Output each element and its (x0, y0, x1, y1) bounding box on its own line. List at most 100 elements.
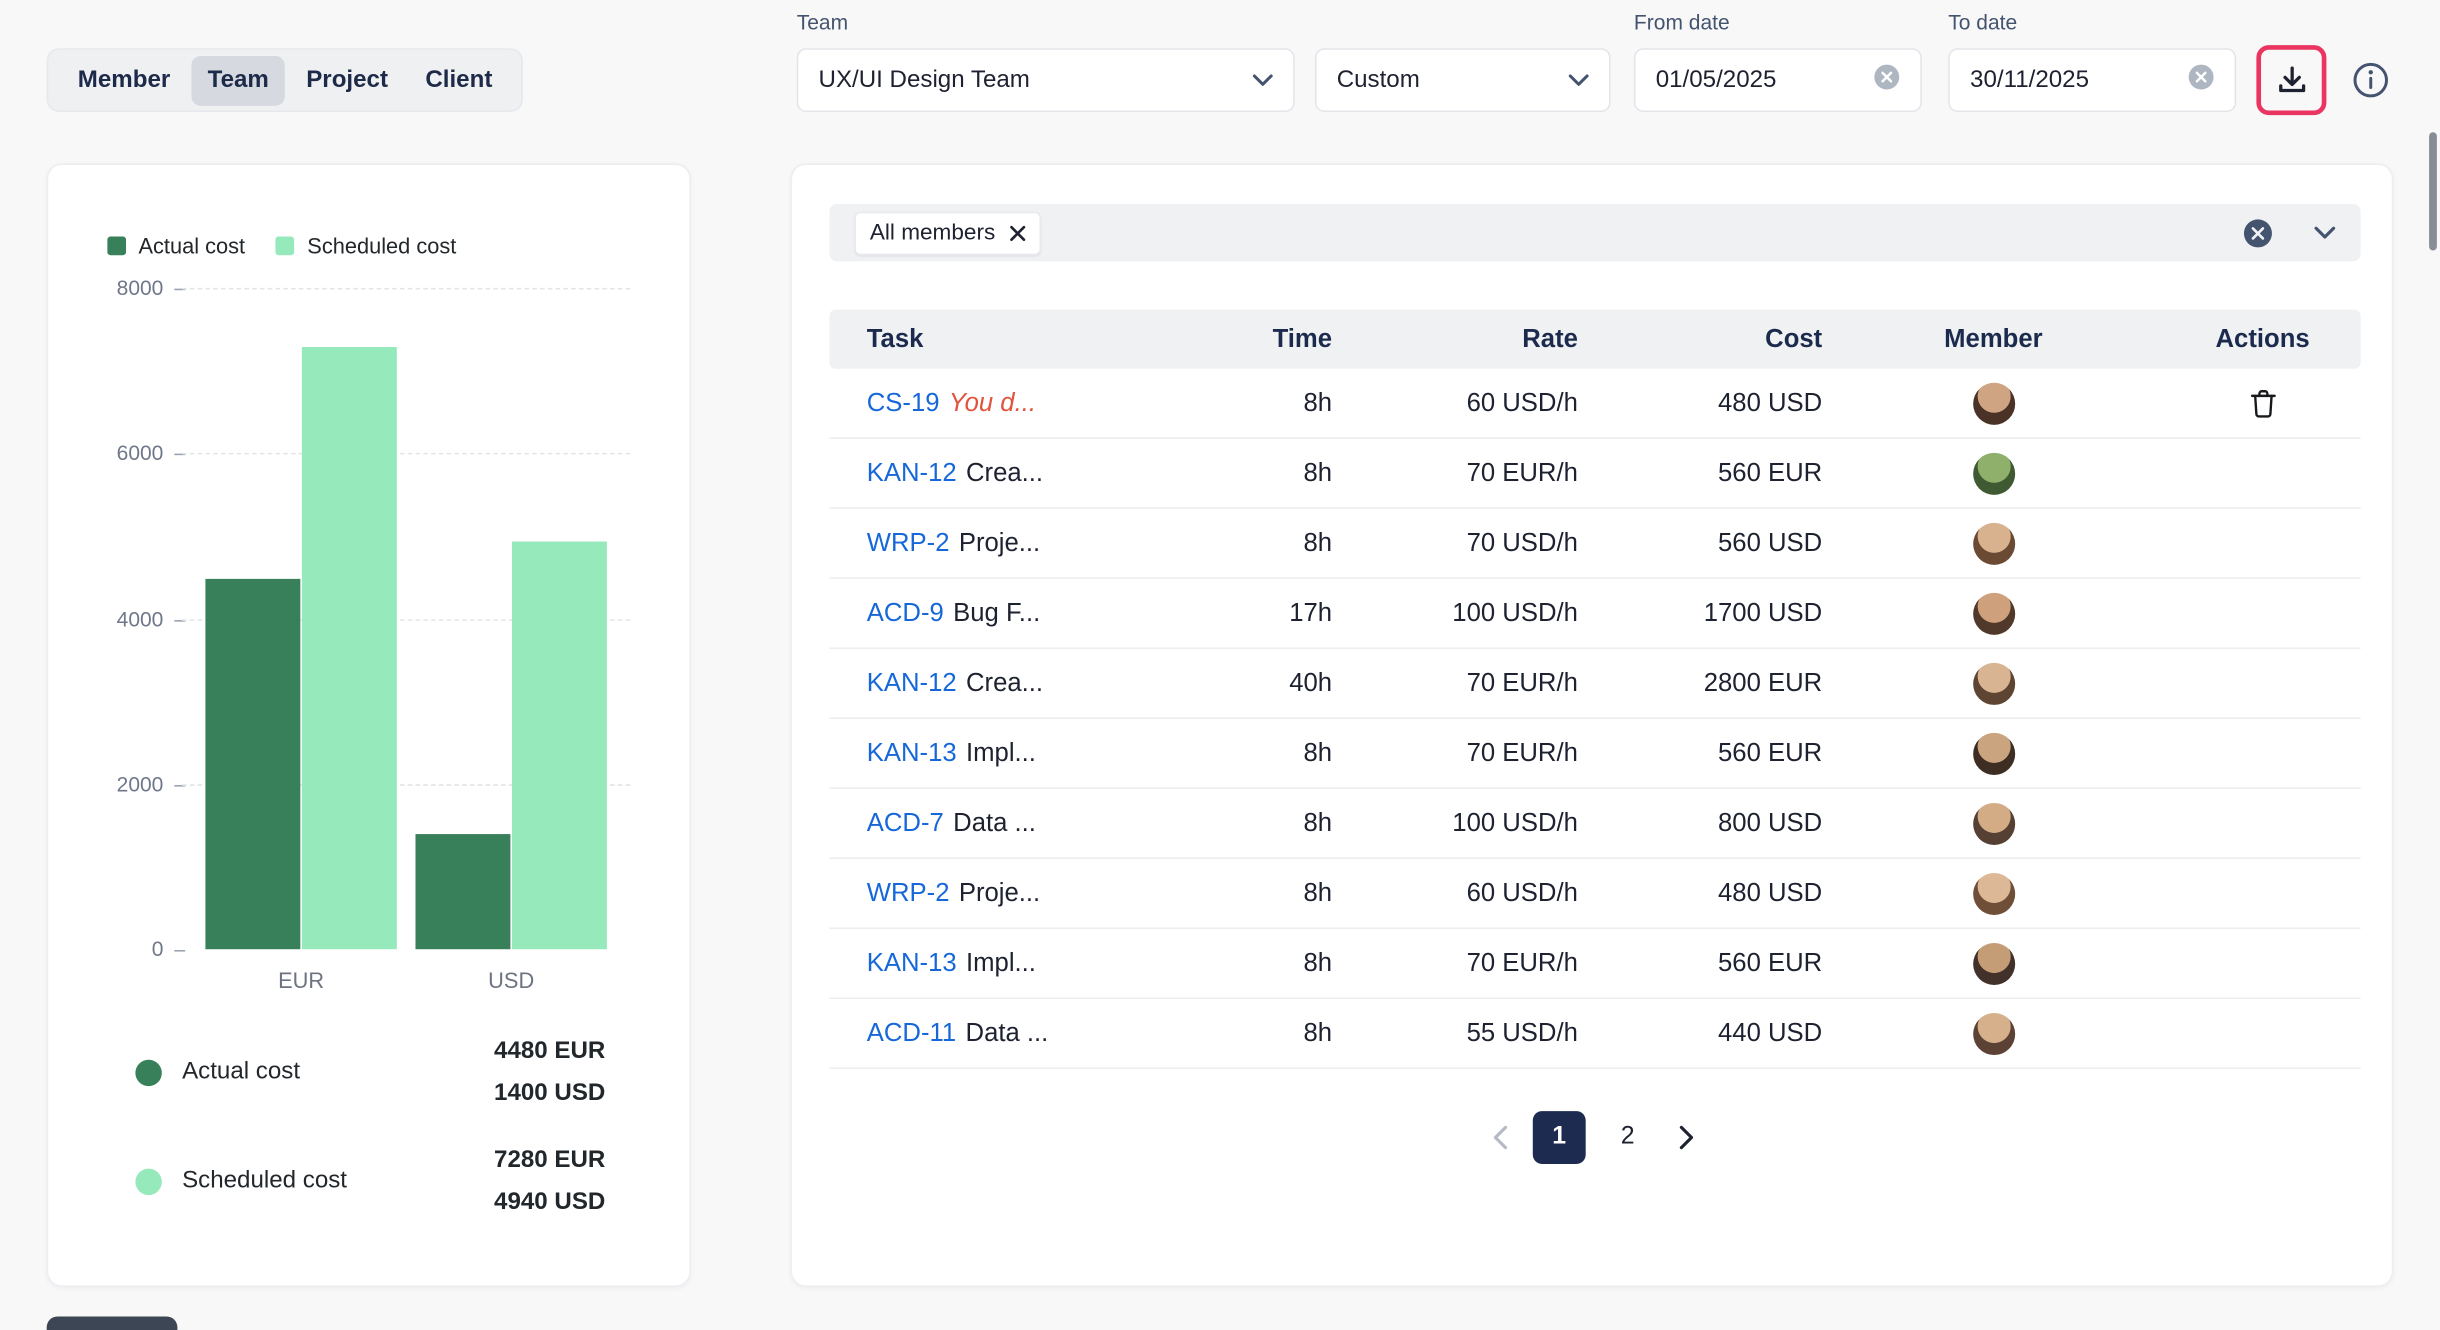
task-key-link[interactable]: ACD-11 (867, 1018, 956, 1046)
rate-cell: 60 USD/h (1332, 878, 1578, 908)
member-avatar[interactable] (1972, 592, 2014, 634)
table-row[interactable]: KAN-12Crea... 40h 70 EUR/h 2800 EUR (829, 649, 2360, 719)
summary-values: 4480 EUR 1400 USD (494, 1030, 605, 1114)
summary-values: 7280 EUR 4940 USD (494, 1139, 605, 1223)
table-row[interactable]: WRP-2Proje... 8h 60 USD/h 480 USD (829, 859, 2360, 929)
info-button[interactable] (2350, 59, 2392, 101)
time-cell: 8h (1203, 948, 1332, 978)
scheduled-cost-dot (135, 1168, 161, 1194)
table-row[interactable]: CS-19You d... 8h 60 USD/h 480 USD (829, 369, 2360, 439)
member-avatar[interactable] (1972, 802, 2014, 844)
from-date-input[interactable]: 01/05/2025 (1634, 48, 1922, 112)
task-title: Proje... (959, 528, 1040, 556)
header-member: Member (1822, 324, 2164, 354)
download-button[interactable] (2274, 63, 2308, 97)
member-avatar[interactable] (1972, 732, 2014, 774)
task-key-link[interactable]: KAN-12 (867, 668, 957, 696)
rate-cell: 70 USD/h (1332, 528, 1578, 558)
to-date-input[interactable]: 30/11/2025 (1948, 48, 2236, 112)
member-avatar[interactable] (1972, 522, 2014, 564)
task-key-link[interactable]: KAN-13 (867, 948, 957, 976)
prev-page-icon[interactable] (1483, 1111, 1517, 1164)
time-cell: 8h (1203, 878, 1332, 908)
task-title: Crea... (966, 458, 1043, 486)
task-title: You d... (949, 388, 1036, 416)
page-button-2[interactable]: 2 (1601, 1111, 1654, 1164)
screen: Member Team Project Client Team UX/UI De… (0, 0, 2440, 1330)
cost-cell: 560 EUR (1578, 458, 1822, 488)
page-button-1[interactable]: 1 (1533, 1111, 1586, 1164)
x-axis-label-eur: EUR (205, 968, 396, 993)
member-filter-bar[interactable]: All members (829, 204, 2360, 262)
chip-remove-icon[interactable] (1009, 225, 1025, 241)
tab-project[interactable]: Project (291, 55, 404, 105)
member-avatar[interactable] (1972, 382, 2014, 424)
all-members-chip[interactable]: All members (854, 211, 1040, 255)
table-row[interactable]: KAN-13Impl... 8h 70 EUR/h 560 EUR (829, 719, 2360, 789)
next-page-icon[interactable] (1670, 1111, 1704, 1164)
time-cell: 8h (1203, 388, 1332, 418)
cost-cell: 560 USD (1578, 528, 1822, 558)
tab-member[interactable]: Member (62, 55, 186, 105)
cost-cell: 800 USD (1578, 808, 1822, 838)
table-row[interactable]: KAN-12Crea... 8h 70 EUR/h 560 EUR (829, 439, 2360, 509)
bar-scheduled-eur[interactable] (302, 347, 397, 949)
table-row[interactable]: ACD-9Bug F... 17h 100 USD/h 1700 USD (829, 579, 2360, 649)
time-cell: 8h (1203, 738, 1332, 768)
bar-actual-eur[interactable] (205, 579, 300, 949)
legend-item-scheduled: Scheduled cost (276, 233, 456, 258)
task-title: Data ... (966, 1018, 1049, 1046)
bar-chart-plot: EUR USD (185, 288, 624, 949)
table-row[interactable]: WRP-2Proje... 8h 70 USD/h 560 USD (829, 509, 2360, 579)
member-avatar[interactable] (1972, 942, 2014, 984)
filter-expand-chevron-icon[interactable] (2314, 226, 2336, 240)
time-cell: 8h (1203, 1018, 1332, 1048)
member-avatar[interactable] (1972, 1012, 2014, 1054)
task-key-link[interactable]: WRP-2 (867, 528, 950, 556)
rate-cell: 100 USD/h (1332, 598, 1578, 628)
table-row[interactable]: ACD-7Data ... 8h 100 USD/h 800 USD (829, 789, 2360, 859)
table-row[interactable]: ACD-11Data ... 8h 55 USD/h 440 USD (829, 999, 2360, 1069)
task-key-link[interactable]: KAN-13 (867, 738, 957, 766)
chevron-down-icon (1569, 73, 1589, 87)
bar-scheduled-usd[interactable] (512, 541, 607, 949)
member-avatar[interactable] (1972, 872, 2014, 914)
vertical-scrollbar[interactable] (2429, 132, 2437, 250)
tab-team[interactable]: Team (192, 55, 284, 105)
cost-table-card: All members Task Time Rate Cost Member A… (791, 163, 2394, 1287)
bar-actual-usd[interactable] (415, 833, 510, 949)
rate-cell: 70 EUR/h (1332, 458, 1578, 488)
tab-client[interactable]: Client (410, 55, 508, 105)
task-key-link[interactable]: WRP-2 (867, 878, 950, 906)
member-avatar[interactable] (1972, 452, 2014, 494)
member-avatar[interactable] (1972, 662, 2014, 704)
clear-from-date-icon[interactable] (1874, 63, 1900, 97)
to-date-label: To date (1948, 11, 2017, 34)
legend-label: Scheduled cost (307, 233, 456, 258)
task-key-link[interactable]: CS-19 (867, 388, 940, 416)
time-cell: 8h (1203, 808, 1332, 838)
table-row[interactable]: KAN-13Impl... 8h 70 EUR/h 560 EUR (829, 929, 2360, 999)
cost-cell: 440 USD (1578, 1018, 1822, 1048)
y-axis-tick: 4000 (54, 608, 163, 631)
pagination: 1 2 (792, 1111, 2395, 1164)
task-key-link[interactable]: ACD-9 (867, 598, 944, 626)
legend-item-actual: Actual cost (107, 233, 245, 258)
period-select[interactable]: Custom (1315, 48, 1611, 112)
cost-cell: 2800 EUR (1578, 668, 1822, 698)
task-key-link[interactable]: KAN-12 (867, 458, 957, 486)
team-select[interactable]: UX/UI Design Team (797, 48, 1295, 112)
delete-row-button[interactable] (2249, 388, 2275, 418)
clear-all-filters-icon[interactable] (2242, 217, 2273, 248)
table-body: CS-19You d... 8h 60 USD/h 480 USD KAN-12… (829, 369, 2360, 1069)
legend-label: Actual cost (138, 233, 245, 258)
task-key-link[interactable]: ACD-7 (867, 808, 944, 836)
task-title: Data ... (953, 808, 1036, 836)
export-highlight-box (2256, 45, 2326, 115)
task-title: Proje... (959, 878, 1040, 906)
header-actions: Actions (2165, 324, 2361, 354)
to-date-value: 30/11/2025 (1970, 66, 2089, 94)
summary-scheduled-cost: Scheduled cost 7280 EUR 4940 USD (135, 1138, 605, 1225)
chevron-down-icon (1253, 73, 1273, 87)
clear-to-date-icon[interactable] (2188, 63, 2214, 97)
